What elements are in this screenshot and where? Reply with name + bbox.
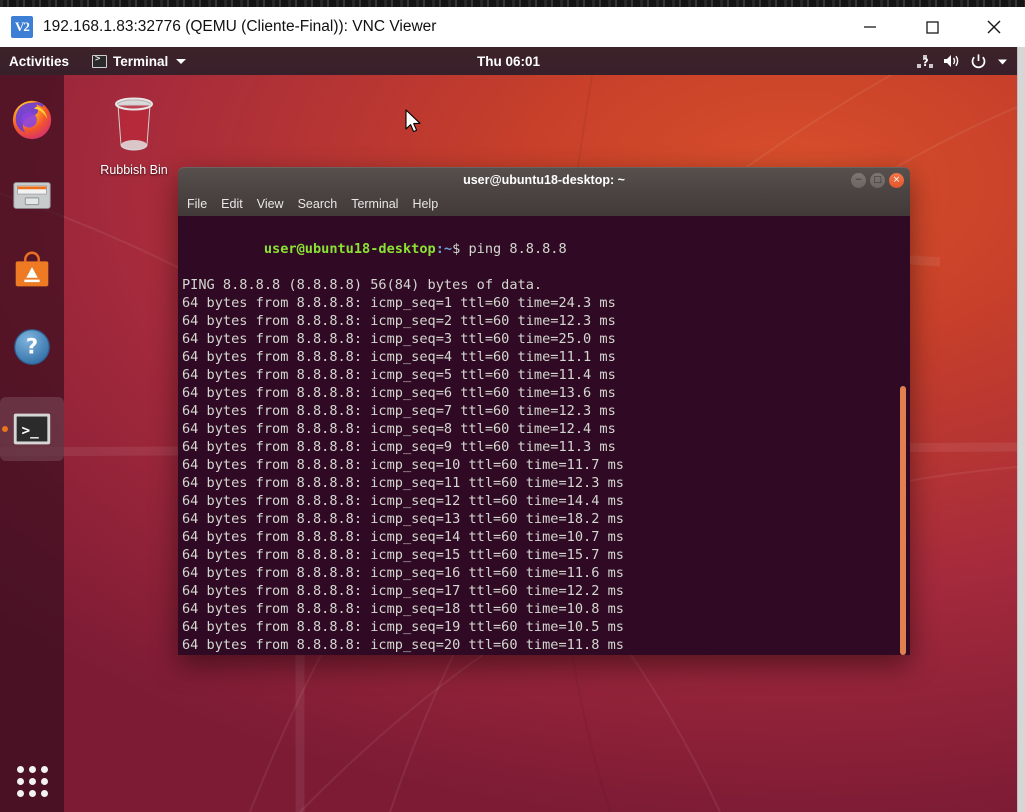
network-question-icon: ? xyxy=(917,54,934,69)
terminal-line: 64 bytes from 8.8.8.8: icmp_seq=4 ttl=60… xyxy=(180,348,910,366)
terminal-line: 64 bytes from 8.8.8.8: icmp_seq=18 ttl=6… xyxy=(180,600,910,618)
activities-button[interactable]: Activities xyxy=(9,54,69,69)
terminal-maximize-button[interactable]: □ xyxy=(870,173,885,188)
minimize-icon xyxy=(860,17,880,37)
chevron-down-icon xyxy=(176,59,186,64)
ubuntu-dock: ? >_ xyxy=(0,75,64,812)
terminal-line: 64 bytes from 8.8.8.8: icmp_seq=17 ttl=6… xyxy=(180,582,910,600)
terminal-scrollbar-thumb[interactable] xyxy=(900,386,906,655)
svg-text:?: ? xyxy=(26,334,38,359)
terminal-window[interactable]: user@ubuntu18-desktop: ~ − □ × File Edit… xyxy=(178,167,910,655)
maximize-button[interactable] xyxy=(901,7,963,47)
background-window-strip xyxy=(0,0,1025,7)
svg-text:>_: >_ xyxy=(21,423,39,439)
terminal-prompt-line: user@ubuntu18-desktop:~$ ping 8.8.8.8 xyxy=(180,222,910,276)
rubbish-bin-icon xyxy=(107,95,161,155)
firefox-icon xyxy=(9,96,55,142)
terminal-line: 64 bytes from 8.8.8.8: icmp_seq=6 ttl=60… xyxy=(180,384,910,402)
close-icon xyxy=(983,16,1005,38)
terminal-line: 64 bytes from 8.8.8.8: icmp_seq=13 ttl=6… xyxy=(180,510,910,528)
vnc-logo-icon: V2 xyxy=(11,16,33,38)
system-indicators[interactable]: ? xyxy=(917,47,1009,75)
terminal-line: 64 bytes from 8.8.8.8: icmp_seq=14 ttl=6… xyxy=(180,528,910,546)
power-icon xyxy=(970,53,987,70)
gnome-top-bar: Activities Terminal Thu 06:01 ? xyxy=(0,47,1017,75)
terminal-menubar: File Edit View Search Terminal Help xyxy=(178,191,910,216)
menu-view[interactable]: View xyxy=(257,197,284,211)
terminal-output-area[interactable]: user@ubuntu18-desktop:~$ ping 8.8.8.8 PI… xyxy=(178,216,910,655)
menu-search[interactable]: Search xyxy=(298,197,338,211)
terminal-line: 64 bytes from 8.8.8.8: icmp_seq=11 ttl=6… xyxy=(180,474,910,492)
help-icon: ? xyxy=(9,324,55,370)
chevron-down-icon xyxy=(996,55,1009,68)
vnc-window-title: 192.168.1.83:32776 (QEMU (Cliente-Final)… xyxy=(43,18,436,36)
terminal-icon: >_ xyxy=(9,406,55,452)
terminal-line: 64 bytes from 8.8.8.8: icmp_seq=19 ttl=6… xyxy=(180,618,910,636)
prompt-path: :~ xyxy=(436,241,452,257)
terminal-line: 64 bytes from 8.8.8.8: icmp_seq=5 ttl=60… xyxy=(180,366,910,384)
dock-item-files[interactable] xyxy=(0,163,64,227)
terminal-window-buttons: − □ × xyxy=(851,168,904,192)
terminal-close-button[interactable]: × xyxy=(889,173,904,188)
cursor-arrow-icon xyxy=(404,109,422,135)
terminal-line: 64 bytes from 8.8.8.8: icmp_seq=9 ttl=60… xyxy=(180,438,910,456)
terminal-line: 64 bytes from 8.8.8.8: icmp_seq=1 ttl=60… xyxy=(180,294,910,312)
vnc-vertical-scrollbar[interactable] xyxy=(1017,47,1025,812)
app-menu-label: Terminal xyxy=(113,54,168,69)
dock-item-ubuntu-software[interactable] xyxy=(0,239,64,303)
app-menu-terminal[interactable]: Terminal xyxy=(92,54,186,69)
terminal-title: user@ubuntu18-desktop: ~ xyxy=(463,173,625,187)
strip-texture xyxy=(0,0,1025,7)
mouse-cursor xyxy=(404,109,422,140)
apps-grid-icon xyxy=(17,766,48,797)
prompt-user-host: user@ubuntu18-desktop xyxy=(264,241,436,257)
menu-help[interactable]: Help xyxy=(412,197,438,211)
menu-terminal[interactable]: Terminal xyxy=(351,197,398,211)
vnc-viewer-window: V2 192.168.1.83:32776 (QEMU (Cliente-Fin… xyxy=(0,7,1025,812)
terminal-line: 64 bytes from 8.8.8.8: icmp_seq=15 ttl=6… xyxy=(180,546,910,564)
menu-edit[interactable]: Edit xyxy=(221,197,243,211)
desktop-icon-rubbish-bin[interactable]: Rubbish Bin xyxy=(88,95,180,177)
svg-text:?: ? xyxy=(922,56,928,69)
terminal-line: 64 bytes from 8.8.8.8: icmp_seq=7 ttl=60… xyxy=(180,402,910,420)
prompt-command: ping 8.8.8.8 xyxy=(460,241,566,257)
terminal-titlebar[interactable]: user@ubuntu18-desktop: ~ − □ × xyxy=(178,167,910,191)
dock-item-terminal[interactable]: >_ xyxy=(0,397,64,461)
terminal-line: 64 bytes from 8.8.8.8: icmp_seq=21 ttl=6… xyxy=(180,654,910,655)
terminal-output-lines: PING 8.8.8.8 (8.8.8.8) 56(84) bytes of d… xyxy=(180,276,910,655)
terminal-minimize-button[interactable]: − xyxy=(851,173,866,188)
ubuntu-software-icon xyxy=(9,248,55,294)
remote-desktop[interactable]: Activities Terminal Thu 06:01 ? xyxy=(0,47,1017,812)
terminal-icon xyxy=(92,55,107,68)
maximize-icon xyxy=(922,17,942,37)
terminal-line: PING 8.8.8.8 (8.8.8.8) 56(84) bytes of d… xyxy=(180,276,910,294)
terminal-line: 64 bytes from 8.8.8.8: icmp_seq=10 ttl=6… xyxy=(180,456,910,474)
terminal-line: 64 bytes from 8.8.8.8: icmp_seq=16 ttl=6… xyxy=(180,564,910,582)
terminal-line: 64 bytes from 8.8.8.8: icmp_seq=2 ttl=60… xyxy=(180,312,910,330)
terminal-scrollbar[interactable] xyxy=(898,216,908,655)
menu-file[interactable]: File xyxy=(187,197,207,211)
dock-item-firefox[interactable] xyxy=(0,87,64,151)
close-button[interactable] xyxy=(963,7,1025,47)
minimize-button[interactable] xyxy=(839,7,901,47)
terminal-line: 64 bytes from 8.8.8.8: icmp_seq=12 ttl=6… xyxy=(180,492,910,510)
terminal-line: 64 bytes from 8.8.8.8: icmp_seq=8 ttl=60… xyxy=(180,420,910,438)
files-icon xyxy=(9,172,55,218)
terminal-line: 64 bytes from 8.8.8.8: icmp_seq=20 ttl=6… xyxy=(180,636,910,654)
vnc-window-controls xyxy=(839,7,1025,47)
dock-item-help[interactable]: ? xyxy=(0,315,64,379)
show-applications-button[interactable] xyxy=(0,750,64,812)
terminal-line: 64 bytes from 8.8.8.8: icmp_seq=3 ttl=60… xyxy=(180,330,910,348)
desktop-icon-label: Rubbish Bin xyxy=(88,163,180,177)
vnc-titlebar[interactable]: V2 192.168.1.83:32776 (QEMU (Cliente-Fin… xyxy=(0,7,1025,47)
volume-icon xyxy=(943,53,961,69)
